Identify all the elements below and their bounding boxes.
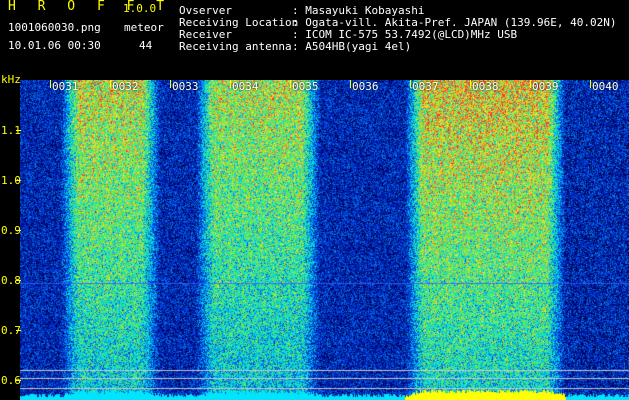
time-label: 0035 xyxy=(292,80,319,93)
time-tick xyxy=(350,80,351,88)
time-label: 0032 xyxy=(112,80,139,93)
time-tick xyxy=(230,80,231,88)
time-label: 0039 xyxy=(532,80,559,93)
time-tick xyxy=(530,80,531,88)
time-tick xyxy=(410,80,411,88)
antenna-label: Receiving antenna xyxy=(179,40,292,53)
time-label: 0033 xyxy=(172,80,199,93)
y-tick xyxy=(16,280,21,281)
y-tick xyxy=(16,130,21,131)
time-label: 0038 xyxy=(472,80,499,93)
spectrogram-canvas xyxy=(20,80,629,400)
time-tick xyxy=(290,80,291,88)
time-label: 0031 xyxy=(52,80,79,93)
y-axis-unit: kHz xyxy=(1,73,21,86)
time-label: 0036 xyxy=(352,80,379,93)
spectrogram xyxy=(20,80,629,400)
time-tick xyxy=(50,80,51,88)
app-version: 1.0.0 xyxy=(123,2,157,15)
meteor-label: meteor xyxy=(124,21,164,34)
antenna-value: : A504HB(yagi 4el) xyxy=(292,40,412,53)
y-tick xyxy=(16,230,21,231)
y-tick xyxy=(16,330,21,331)
time-tick xyxy=(470,80,471,88)
y-tick xyxy=(16,180,21,181)
date-time: 10.01.06 00:30 xyxy=(8,39,101,52)
time-label: 0040 xyxy=(592,80,619,93)
file-name: 1001060030.png xyxy=(8,21,101,34)
time-tick xyxy=(170,80,171,88)
y-tick xyxy=(16,380,21,381)
header-panel: H R O F F T 1.0.0 1001060030.png meteor … xyxy=(0,0,629,86)
meteor-count: 44 xyxy=(139,39,153,52)
time-tick xyxy=(590,80,591,88)
time-label: 0037 xyxy=(412,80,439,93)
time-tick xyxy=(110,80,111,88)
time-label: 0034 xyxy=(232,80,259,93)
